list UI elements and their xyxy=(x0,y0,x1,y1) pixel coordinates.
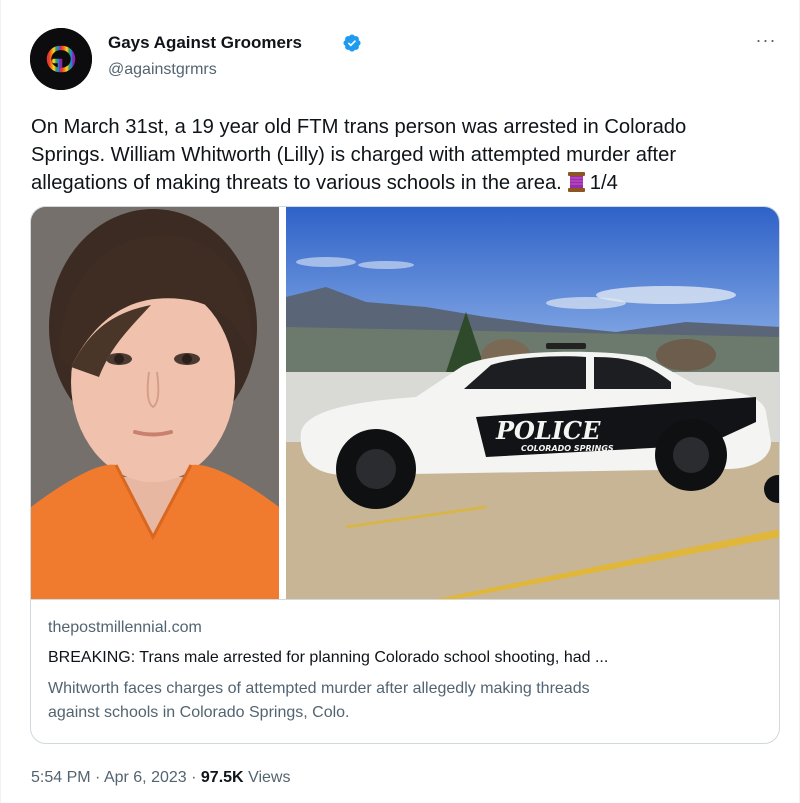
thread-counter: 1/4 xyxy=(589,172,618,194)
link-card[interactable]: POLICE COLORADO SPRINGS thepostmillennia… xyxy=(30,206,780,744)
card-domain: thepostmillennial.com xyxy=(48,619,202,636)
card-separator xyxy=(31,599,779,600)
card-description: Whitworth faces charges of attempted mur… xyxy=(48,677,768,725)
views-label: Views xyxy=(248,769,291,786)
meta-separator: · xyxy=(95,769,101,786)
thread-spool-icon xyxy=(566,171,587,193)
tweet-text-line: On March 31st, a 19 year old FTM trans p… xyxy=(31,116,687,138)
avatar[interactable] xyxy=(30,28,92,90)
author-handle[interactable]: @againstgrmrs xyxy=(108,61,217,79)
gag-logo-icon xyxy=(30,28,92,90)
card-title: BREAKING: Trans male arrested for planni… xyxy=(48,649,609,666)
tweet-time[interactable]: 5:54 PM xyxy=(31,769,91,786)
meta-separator: · xyxy=(191,769,197,786)
car-police-text: POLICE xyxy=(495,416,601,445)
car-subtext: COLORADO SPRINGS xyxy=(521,444,614,453)
tweet-date[interactable]: Apr 6, 2023 xyxy=(104,769,187,786)
tweet-text: On March 31st, a 19 year old FTM trans p… xyxy=(31,113,791,197)
card-description-line: against schools in Colorado Springs, Col… xyxy=(48,704,350,721)
author-display-name[interactable]: Gays Against Groomers xyxy=(108,33,302,53)
tweet-meta: 5:54 PM · Apr 6, 2023 · 97.5K Views xyxy=(31,769,290,787)
tweet-text-line-last: allegations of making threats to various… xyxy=(31,169,791,197)
image-divider xyxy=(279,207,286,599)
tweet-text-line: allegations of making threats to various… xyxy=(31,172,562,194)
tweet-container: Gays Against Groomers @againstgrmrs ··· … xyxy=(0,0,800,803)
police-car-photo: POLICE COLORADO SPRINGS xyxy=(286,207,779,599)
tweet-text-line: Springs. William Whitworth (Lilly) is ch… xyxy=(31,144,677,166)
more-options-icon[interactable]: ··· xyxy=(753,30,779,50)
mugshot-photo xyxy=(31,207,279,599)
verified-badge-icon xyxy=(342,33,362,53)
views-count[interactable]: 97.5K xyxy=(201,769,244,786)
card-description-line: Whitworth faces charges of attempted mur… xyxy=(48,680,590,697)
